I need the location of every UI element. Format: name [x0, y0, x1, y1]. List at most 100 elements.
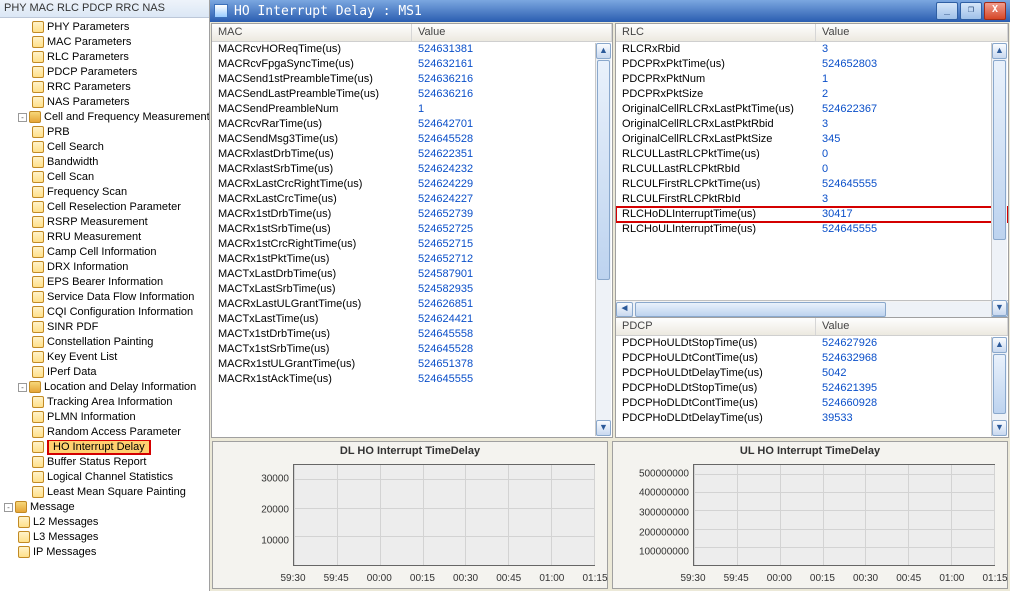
- table-row[interactable]: MACRx1stAckTime(us)524645555: [212, 372, 612, 387]
- table-row[interactable]: MACRx1stULGrantTime(us)524651378: [212, 357, 612, 372]
- expand-icon[interactable]: -: [18, 383, 27, 392]
- table-row[interactable]: OriginalCellRLCRxLastPktRbid3: [616, 117, 1008, 132]
- table-row[interactable]: MACTxLastSrbTime(us)524582935: [212, 282, 612, 297]
- tree-item[interactable]: Frequency Scan: [4, 185, 209, 200]
- tree-item[interactable]: RRC Parameters: [4, 80, 209, 95]
- table-row[interactable]: PDCPRxPktSize2: [616, 87, 1008, 102]
- tree-item[interactable]: L2 Messages: [4, 515, 209, 530]
- table-row[interactable]: MACSend1stPreambleTime(us)524636216: [212, 72, 612, 87]
- table-row[interactable]: MACSendLastPreambleTime(us)524636216: [212, 87, 612, 102]
- close-button[interactable]: X: [984, 2, 1006, 20]
- scroll-left-icon[interactable]: ◄: [616, 302, 633, 317]
- tree-item[interactable]: IP Messages: [4, 545, 209, 560]
- table-row[interactable]: MACRx1stPktTime(us)524652712: [212, 252, 612, 267]
- table-row[interactable]: OriginalCellRLCRxLastPktTime(us)52462236…: [616, 102, 1008, 117]
- vertical-scrollbar[interactable]: ▲ ▼: [991, 337, 1007, 436]
- vertical-scrollbar[interactable]: ▲ ▼: [595, 43, 611, 436]
- tree-item[interactable]: Cell Scan: [4, 170, 209, 185]
- minimize-button[interactable]: _: [936, 2, 958, 20]
- table-row[interactable]: PDCPHoULDtDelayTime(us)5042: [616, 366, 1008, 381]
- tree-item[interactable]: Service Data Flow Information: [4, 290, 209, 305]
- table-row[interactable]: PDCPHoULDtStopTime(us)524627926: [616, 336, 1008, 351]
- param-name: MACSendMsg3Time(us): [212, 132, 412, 147]
- tree-item[interactable]: Key Event List: [4, 350, 209, 365]
- table-row[interactable]: PDCPHoDLDtDelayTime(us)39533: [616, 411, 1008, 426]
- table-row[interactable]: MACSendMsg3Time(us)524645528: [212, 132, 612, 147]
- table-row[interactable]: PDCPRxPktNum1: [616, 72, 1008, 87]
- tree-item[interactable]: L3 Messages: [4, 530, 209, 545]
- column-header-value[interactable]: Value: [816, 24, 1008, 41]
- table-row[interactable]: MACRx1stSrbTime(us)524652725: [212, 222, 612, 237]
- tree-item[interactable]: Logical Channel Statistics: [4, 470, 209, 485]
- tree-item[interactable]: IPerf Data: [4, 365, 209, 380]
- table-row[interactable]: MACRx1stDrbTime(us)524652739: [212, 207, 612, 222]
- tree-item[interactable]: Buffer Status Report: [4, 455, 209, 470]
- vertical-scrollbar[interactable]: ▲ ▼: [991, 43, 1007, 316]
- tree-item[interactable]: SINR PDF: [4, 320, 209, 335]
- table-row[interactable]: RLCULLastRLCPktRbId0: [616, 162, 1008, 177]
- table-row[interactable]: PDCPRxPktTime(us)524652803: [616, 57, 1008, 72]
- table-row[interactable]: RLCRxRbid3: [616, 42, 1008, 57]
- table-row[interactable]: MACRcvHOReqTime(us)524631381: [212, 42, 612, 57]
- tree-item[interactable]: -Message: [4, 500, 209, 515]
- table-row[interactable]: RLCULFirstRLCPktRbId3: [616, 192, 1008, 207]
- table-row[interactable]: RLCULLastRLCPktTime(us)0: [616, 147, 1008, 162]
- tree-item[interactable]: PHY Parameters: [4, 20, 209, 35]
- item-icon: [18, 516, 30, 528]
- tree-item[interactable]: EPS Bearer Information: [4, 275, 209, 290]
- tree-item[interactable]: Cell Reselection Parameter: [4, 200, 209, 215]
- tree-item[interactable]: Camp Cell Information: [4, 245, 209, 260]
- tree-item[interactable]: RRU Measurement: [4, 230, 209, 245]
- table-row[interactable]: OriginalCellRLCRxLastPktSize345: [616, 132, 1008, 147]
- horizontal-scrollbar[interactable]: ◄ ►: [616, 300, 1008, 317]
- tree-item[interactable]: PLMN Information: [4, 410, 209, 425]
- table-row[interactable]: MACRxlastSrbTime(us)524624232: [212, 162, 612, 177]
- table-row[interactable]: PDCPHoULDtContTime(us)524632968: [616, 351, 1008, 366]
- tree-item[interactable]: DRX Information: [4, 260, 209, 275]
- window-title-bar[interactable]: HO Interrupt Delay : MS1 _ ❐ X: [210, 0, 1010, 22]
- table-row[interactable]: MACTx1stSrbTime(us)524645528: [212, 342, 612, 357]
- tree-item[interactable]: CQI Configuration Information: [4, 305, 209, 320]
- item-icon: [32, 201, 44, 213]
- column-header-value[interactable]: Value: [816, 318, 1008, 335]
- tree-item[interactable]: Constellation Painting: [4, 335, 209, 350]
- table-row[interactable]: MACTx1stDrbTime(us)524645558: [212, 327, 612, 342]
- tree-item[interactable]: Tracking Area Information: [4, 395, 209, 410]
- table-row[interactable]: PDCPHoDLDtContTime(us)524660928: [616, 396, 1008, 411]
- table-row[interactable]: MACRxLastCrcTime(us)524624227: [212, 192, 612, 207]
- tree-item[interactable]: Random Access Parameter: [4, 425, 209, 440]
- tree-item[interactable]: RSRP Measurement: [4, 215, 209, 230]
- tree-item[interactable]: PDCP Parameters: [4, 65, 209, 80]
- tree-item[interactable]: MAC Parameters: [4, 35, 209, 50]
- maximize-button[interactable]: ❐: [960, 2, 982, 20]
- expand-icon[interactable]: -: [18, 113, 27, 122]
- table-row[interactable]: RLCULFirstRLCPktTime(us)524645555: [616, 177, 1008, 192]
- table-row[interactable]: MACRxlastDrbTime(us)524622351: [212, 147, 612, 162]
- tree-item[interactable]: NAS Parameters: [4, 95, 209, 110]
- table-row[interactable]: RLCHoULInterruptTime(us)524645555: [616, 222, 1008, 237]
- table-row[interactable]: MACRxLastCrcRightTime(us)524624229: [212, 177, 612, 192]
- table-row[interactable]: RLCHoDLInterruptTime(us)30417: [616, 207, 1008, 222]
- table-row[interactable]: MACTxLastDrbTime(us)524587901: [212, 267, 612, 282]
- table-row[interactable]: MACRxLastULGrantTime(us)524626851: [212, 297, 612, 312]
- tree-item[interactable]: HO Interrupt Delay: [4, 440, 209, 455]
- column-header-pdcp[interactable]: PDCP: [616, 318, 816, 335]
- param-name: MACRxLastULGrantTime(us): [212, 297, 412, 312]
- table-row[interactable]: MACRcvRarTime(us)524642701: [212, 117, 612, 132]
- tree-item[interactable]: -Cell and Frequency Measurement: [4, 110, 209, 125]
- table-row[interactable]: MACSendPreambleNum1: [212, 102, 612, 117]
- column-header-rlc[interactable]: RLC: [616, 24, 816, 41]
- tree-item[interactable]: -Location and Delay Information: [4, 380, 209, 395]
- table-row[interactable]: PDCPHoDLDtStopTime(us)524621395: [616, 381, 1008, 396]
- tree-item[interactable]: Bandwidth: [4, 155, 209, 170]
- expand-icon[interactable]: -: [4, 503, 13, 512]
- table-row[interactable]: MACRx1stCrcRightTime(us)524652715: [212, 237, 612, 252]
- tree-item[interactable]: Least Mean Square Painting: [4, 485, 209, 500]
- tree-item[interactable]: Cell Search: [4, 140, 209, 155]
- column-header-value[interactable]: Value: [412, 24, 612, 41]
- tree-item[interactable]: PRB: [4, 125, 209, 140]
- tree-item[interactable]: RLC Parameters: [4, 50, 209, 65]
- table-row[interactable]: MACTxLastTime(us)524624421: [212, 312, 612, 327]
- table-row[interactable]: MACRcvFpgaSyncTime(us)524632161: [212, 57, 612, 72]
- column-header-mac[interactable]: MAC: [212, 24, 412, 41]
